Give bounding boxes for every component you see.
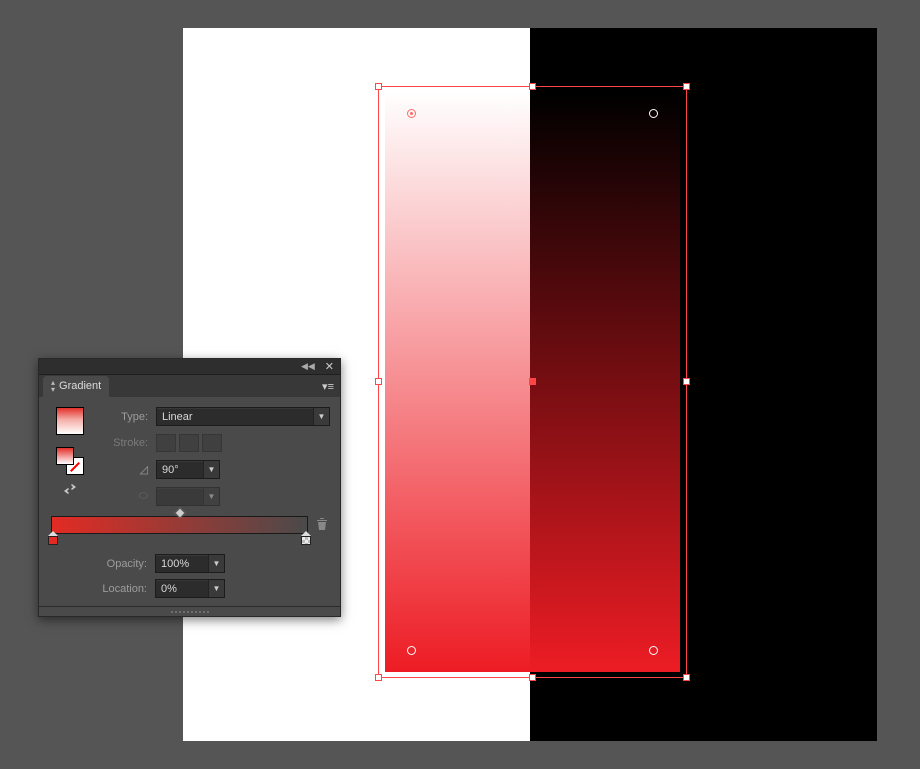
stroke-across-button[interactable]: [202, 434, 222, 452]
location-label: Location:: [91, 583, 147, 595]
chevron-down-icon: ▼: [203, 461, 219, 478]
type-select[interactable]: Linear ▼: [156, 407, 330, 426]
fill-stroke-toggle[interactable]: [56, 447, 84, 475]
panel-title: Gradient: [59, 380, 101, 392]
opacity-label: Opacity:: [91, 558, 147, 570]
gradient-stop-end[interactable]: [300, 531, 312, 545]
chevron-down-icon: ▼: [208, 555, 224, 572]
gradient-stop-start[interactable]: [47, 531, 59, 545]
location-input[interactable]: 0% ▼: [155, 579, 225, 598]
aspect-row: ⬭ ▼: [103, 487, 330, 506]
panel-resize-footer[interactable]: [39, 606, 340, 616]
type-value: Linear: [162, 411, 193, 423]
gradient-slider[interactable]: [51, 516, 308, 534]
opacity-row: Opacity: 100% ▼: [51, 554, 328, 573]
type-row: Type: Linear ▼: [103, 407, 330, 426]
chevron-down-icon: ▼: [313, 408, 329, 425]
panel-close-icon[interactable]: ✕: [325, 360, 334, 373]
fill-swatch[interactable]: [56, 447, 74, 465]
panel-toggle-updown-icon[interactable]: ▴▾: [51, 379, 55, 393]
resize-grip-icon: [170, 610, 210, 614]
aspect-ratio-input: ▼: [156, 487, 220, 506]
location-value: 0%: [161, 583, 177, 595]
gradient-slider-fill: [52, 517, 307, 533]
stroke-label: Stroke:: [103, 437, 148, 449]
type-label: Type:: [103, 411, 148, 423]
trash-icon[interactable]: [316, 517, 328, 534]
stroke-apply-type-buttons: [156, 434, 222, 452]
stroke-along-button[interactable]: [179, 434, 199, 452]
angle-row: ◿ 90° ▼: [103, 460, 330, 479]
panel-body: Type: Linear ▼ Stroke: ◿ 90° ▼: [39, 397, 340, 514]
gradient-slider-region: Opacity: 100% ▼ Location: 0% ▼: [39, 514, 340, 598]
angle-icon: ◿: [103, 463, 148, 476]
panel-tab-bar: ▴▾ Gradient ▾≡: [39, 375, 340, 397]
angle-value: 90°: [162, 464, 179, 476]
opacity-value: 100%: [161, 558, 189, 570]
chevron-down-icon: ▼: [208, 580, 224, 597]
opacity-input[interactable]: 100% ▼: [155, 554, 225, 573]
panel-collapse-icon[interactable]: ◀◀: [301, 361, 315, 372]
reverse-gradient-button[interactable]: [59, 481, 81, 497]
panel-left-column: [49, 407, 91, 506]
angle-input[interactable]: 90° ▼: [156, 460, 220, 479]
stroke-within-button[interactable]: [156, 434, 176, 452]
stroke-row: Stroke:: [103, 434, 330, 452]
location-row: Location: 0% ▼: [51, 579, 328, 598]
panel-flyout-menu-icon[interactable]: ▾≡: [320, 376, 336, 397]
chevron-down-icon: ▼: [203, 488, 219, 505]
tab-gradient[interactable]: ▴▾ Gradient: [43, 376, 109, 397]
panel-right-column: Type: Linear ▼ Stroke: ◿ 90° ▼: [103, 407, 330, 506]
gradient-panel[interactable]: ◀◀ ✕ ▴▾ Gradient ▾≡ Type: Linear ▼: [38, 358, 341, 617]
gradient-preview-swatch[interactable]: [56, 407, 84, 435]
aspect-ratio-icon: ⬭: [103, 490, 148, 503]
panel-header: ◀◀ ✕: [39, 359, 340, 375]
gradient-rectangle-object[interactable]: [385, 92, 680, 672]
